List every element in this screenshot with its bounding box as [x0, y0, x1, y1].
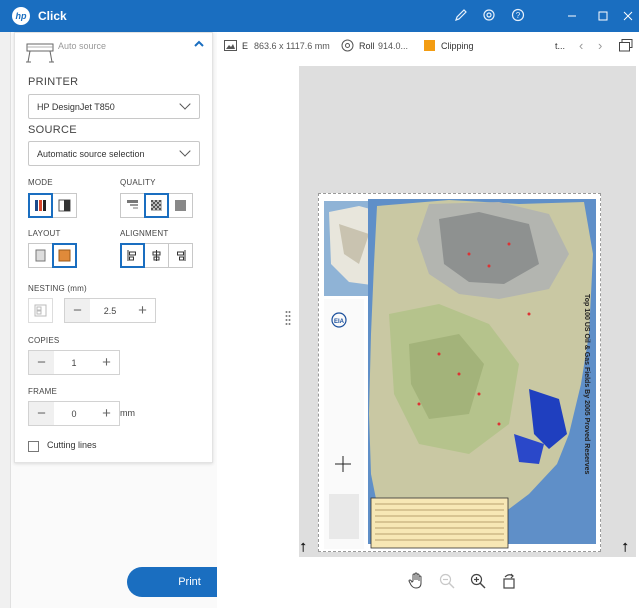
minimize-button[interactable] — [555, 0, 589, 32]
layout-label: LAYOUT — [28, 229, 61, 238]
chevron-down-icon — [179, 145, 191, 157]
auto-source-label: Auto source — [58, 41, 107, 51]
truncated-info: t... — [555, 41, 566, 51]
chevron-right-icon[interactable]: › — [598, 38, 602, 53]
preview-info-bar: E 863.6 x 1117.6 mm Roll 914.0... Clippi… — [217, 36, 639, 58]
source-select[interactable]: Automatic source selection — [28, 141, 200, 166]
quality-toggle-group — [120, 193, 193, 218]
maximize-button[interactable] — [586, 0, 620, 32]
gear-icon[interactable] — [481, 8, 497, 24]
frame-decrement-button[interactable]: − — [29, 402, 54, 425]
nesting-value[interactable]: 2.5 — [90, 305, 130, 316]
frame-label: FRAME — [28, 387, 57, 396]
close-button[interactable] — [617, 0, 639, 32]
print-settings-panel: Auto source PRINTER HP DesignJet T850 SO… — [14, 32, 213, 463]
page-preview[interactable]: EIA Top 100 US Oil & Gas Fields By 2005 … — [318, 193, 601, 552]
mode-label: MODE — [28, 178, 53, 187]
image-size-icon — [224, 40, 237, 53]
zoom-out-icon[interactable] — [436, 570, 458, 592]
source-label: SOURCE — [28, 124, 77, 136]
align-left-button[interactable] — [120, 243, 145, 268]
cutting-lines-label: Cutting lines — [47, 440, 97, 450]
org-label: EIA — [334, 319, 345, 325]
copies-stepper: − 1 + — [28, 350, 120, 375]
cutting-lines-checkbox[interactable] — [28, 441, 39, 452]
mode-toggle-group — [28, 193, 77, 218]
quality-label: QUALITY — [120, 178, 156, 187]
copies-value[interactable]: 1 — [54, 357, 94, 368]
nesting-label: NESTING (mm) — [28, 284, 87, 293]
align-right-button[interactable] — [168, 243, 193, 268]
nesting-decrement-button[interactable]: − — [65, 299, 90, 322]
zoom-in-icon[interactable] — [467, 570, 489, 592]
title-bar: hp Click — [0, 0, 639, 32]
collapse-chevron-icon[interactable] — [193, 38, 205, 52]
nesting-toggle-button[interactable] — [28, 298, 53, 323]
chevron-down-icon — [179, 98, 191, 110]
svg-text:?: ? — [516, 11, 521, 20]
copies-label: COPIES — [28, 336, 60, 345]
frame-unit-label: mm — [120, 408, 135, 418]
source-select-value: Automatic source selection — [37, 148, 145, 159]
clipping-swatch — [424, 40, 435, 51]
up-arrow-icon-right[interactable]: ⭡ — [622, 540, 628, 556]
panel-splitter-handle[interactable] — [285, 309, 291, 329]
printer-icon — [25, 41, 55, 63]
hp-logo: hp — [12, 7, 30, 25]
mode-grayscale-button[interactable] — [52, 193, 77, 218]
roll-icon — [341, 39, 354, 54]
map-thumbnail: EIA Top 100 US Oil & Gas Fields By 2005 … — [319, 194, 600, 551]
align-center-button[interactable] — [144, 243, 169, 268]
quality-normal-button[interactable] — [144, 193, 169, 218]
copy-pages-icon[interactable] — [619, 39, 633, 54]
map-title: Top 100 US Oil & Gas Fields By 2005 Prov… — [583, 294, 590, 475]
layout-toggle-group — [28, 243, 77, 268]
app-title: Click — [38, 9, 67, 23]
frame-value[interactable]: 0 — [54, 408, 94, 419]
up-arrow-icon-left[interactable]: ⭡ — [300, 540, 306, 556]
printer-label: PRINTER — [28, 76, 79, 88]
pen-icon[interactable] — [453, 8, 469, 24]
mode-color-button[interactable] — [28, 193, 53, 218]
alignment-toggle-group — [120, 243, 193, 268]
printer-select-value: HP DesignJet T850 — [37, 101, 115, 112]
rotate-icon[interactable] — [498, 570, 520, 592]
frame-stepper: − 0 + — [28, 401, 120, 426]
printer-select[interactable]: HP DesignJet T850 — [28, 94, 200, 119]
chevron-left-icon[interactable]: ‹ — [579, 38, 583, 53]
hand-pan-icon[interactable] — [405, 570, 427, 592]
layout-portrait-button[interactable] — [28, 243, 53, 268]
roll-label: Roll — [359, 41, 375, 51]
paper-size-value: 863.6 x 1117.6 mm — [254, 41, 330, 51]
help-icon[interactable]: ? — [510, 8, 526, 24]
paper-size-prefix: E — [242, 41, 249, 51]
copies-decrement-button[interactable]: − — [29, 351, 54, 374]
alignment-label: ALIGNMENT — [120, 229, 169, 238]
layout-landscape-button[interactable] — [52, 243, 77, 268]
nesting-stepper: − 2.5 + — [64, 298, 156, 323]
nesting-increment-button[interactable]: + — [130, 299, 155, 322]
roll-value: 914.0... — [378, 41, 409, 51]
preview-toolbar — [405, 570, 525, 594]
clipping-label: Clipping — [441, 41, 474, 51]
quality-fast-button[interactable] — [120, 193, 145, 218]
copies-increment-button[interactable]: + — [94, 351, 119, 374]
frame-increment-button[interactable]: + — [94, 402, 119, 425]
quality-best-button[interactable] — [168, 193, 193, 218]
